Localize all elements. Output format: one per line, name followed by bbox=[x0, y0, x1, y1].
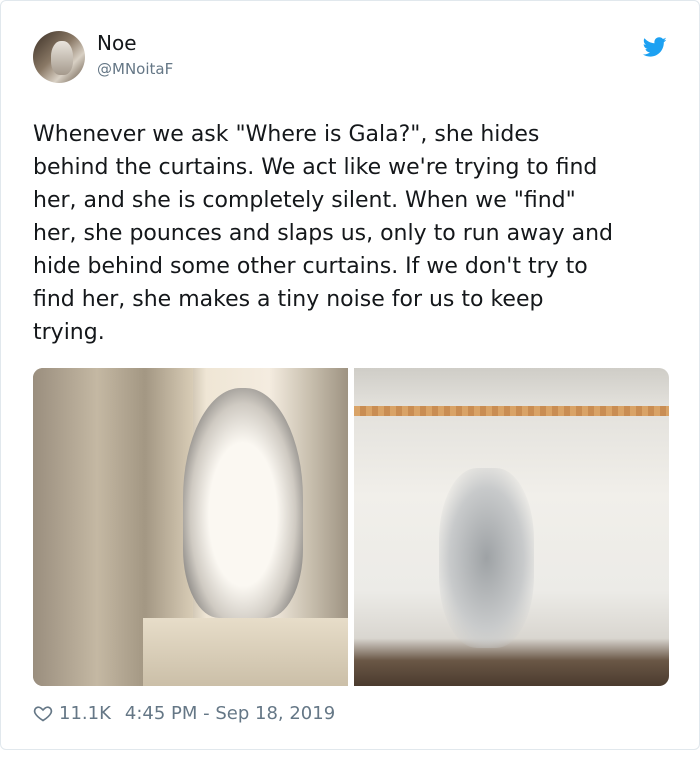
tweet-meta: 11.1K 4:45 PM - Sep 18, 2019 bbox=[33, 698, 335, 728]
user-handle[interactable]: @MNoitaF bbox=[97, 60, 173, 78]
tweet-text: Whenever we ask "Where is Gala?", she hi… bbox=[33, 122, 613, 345]
twitter-bird-icon[interactable] bbox=[641, 35, 669, 59]
display-name[interactable]: Noe bbox=[97, 31, 137, 55]
blanket bbox=[143, 618, 348, 686]
avatar-cat-face bbox=[51, 41, 73, 75]
curtain-trim bbox=[354, 406, 669, 416]
like-count[interactable]: 11.1K bbox=[59, 703, 111, 724]
tweet-card: Noe @MNoitaF Whenever we ask "Where is G… bbox=[0, 0, 700, 750]
cat-by-window-photo[interactable] bbox=[33, 368, 348, 686]
avatar[interactable] bbox=[33, 31, 85, 83]
tweet-media[interactable] bbox=[33, 368, 669, 686]
heart-outline-icon[interactable] bbox=[33, 703, 53, 723]
cat bbox=[183, 388, 303, 618]
tweet-timestamp[interactable]: 4:45 PM - Sep 18, 2019 bbox=[125, 703, 335, 724]
cat-behind-curtain-photo[interactable] bbox=[354, 368, 669, 686]
cat-silhouette bbox=[439, 468, 534, 648]
